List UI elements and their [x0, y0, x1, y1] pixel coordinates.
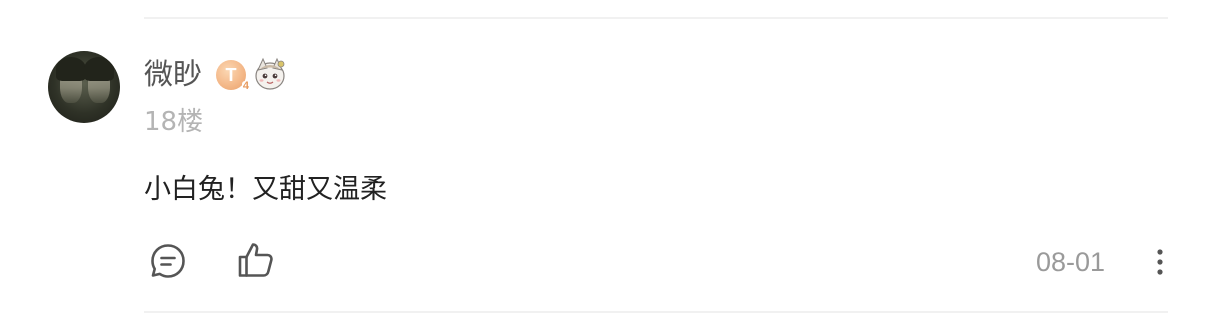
- level-badge-icon[interactable]: T 4: [216, 60, 250, 92]
- level-badge-letter: T: [225, 65, 237, 85]
- more-vertical-icon: [1157, 249, 1163, 275]
- comment-date: 08-01: [1035, 247, 1105, 277]
- cartoon-character-badge-icon[interactable]: [252, 56, 288, 92]
- more-options-button[interactable]: [1148, 242, 1172, 282]
- reply-button[interactable]: [148, 241, 188, 281]
- avatar-hair-left: [56, 57, 86, 81]
- bottom-divider: [144, 311, 1168, 313]
- like-button[interactable]: [236, 240, 276, 280]
- level-badge-number: 4: [241, 80, 250, 92]
- comment-bubble-icon: [151, 244, 185, 278]
- floor-number: 18楼: [144, 107, 204, 137]
- top-divider: [144, 17, 1168, 19]
- user-avatar[interactable]: [48, 51, 120, 123]
- comment-text: 小白兔！又甜又温柔: [144, 174, 387, 205]
- username[interactable]: 微眇: [144, 54, 202, 94]
- avatar-hair-right: [84, 57, 114, 81]
- thumbs-up-icon: [238, 243, 273, 277]
